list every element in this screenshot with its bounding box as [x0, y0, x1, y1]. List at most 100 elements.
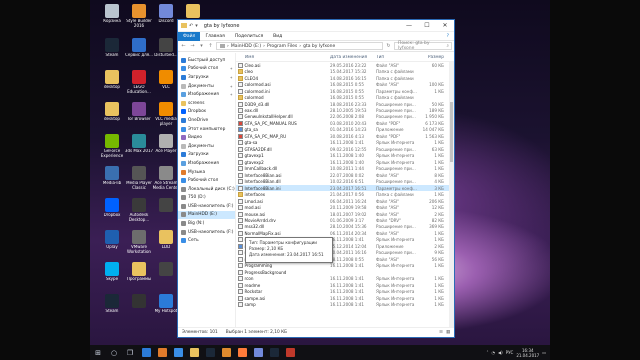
table-row[interactable]: Programming 16.11.2008 1:41 Ярлык Интернет…	[236, 263, 454, 269]
taskbar-app[interactable]	[266, 345, 282, 360]
desktop-icon[interactable]	[152, 262, 180, 292]
nav-item[interactable]: Быстрый доступ	[178, 56, 235, 65]
nav-item[interactable]: 750 (D:)	[178, 194, 235, 203]
desktop-icon[interactable]: VLC media player	[152, 102, 180, 132]
table-row[interactable]: mod.asi 20.11.2009 19:58 Файл "ASI" 12 КБ	[236, 204, 454, 211]
address-bar[interactable]: › MainHDD (E:) › Program Files › gta by …	[216, 42, 383, 50]
start-button[interactable]: ⊞	[90, 345, 106, 360]
taskbar-app[interactable]	[282, 345, 298, 360]
desktop-icon[interactable]: 3ds Max 2017	[125, 134, 153, 164]
desktop-icon[interactable]: Autodesk Desktop...	[125, 198, 153, 228]
breadcrumb-program-files[interactable]: Program Files	[267, 44, 297, 49]
desktop-icon[interactable]: Style Builder 2016	[125, 4, 153, 34]
desktop-icon[interactable]: Uplay	[98, 230, 126, 260]
desktop-icon[interactable]: Ace Stream Media Center	[152, 166, 180, 196]
taskbar-app[interactable]	[218, 345, 234, 360]
desktop-icon[interactable]: Программы	[125, 262, 153, 292]
tab-view[interactable]: Вид	[268, 32, 287, 41]
search-icon[interactable]: ○	[106, 345, 122, 360]
table-row[interactable]: Interface8Bian.ini 23.04.2017 16:51 Параме…	[236, 184, 454, 192]
desktop-icon[interactable]: Media Player Classic	[125, 166, 153, 196]
column-size[interactable]: Размер	[421, 55, 447, 60]
desktop-icon[interactable]: desktop	[98, 102, 126, 132]
vertical-scrollbar[interactable]	[449, 62, 454, 327]
table-row[interactable]: rcon 16.11.2008 1:41 Ярлык Интернета 1 КБ	[236, 275, 454, 282]
show-hidden-icons-icon[interactable]: ˄	[487, 350, 489, 355]
table-row[interactable]: mss32.dll 28.10.2004 15:36 Расширение при.…	[236, 224, 454, 230]
taskbar-app[interactable]	[154, 345, 170, 360]
tab-file[interactable]: Файл	[178, 31, 201, 41]
help-button[interactable]: ?	[442, 32, 454, 41]
table-row[interactable]: MovieArrdd.drv 01.06.2009 3:17 Файл "DRV" 8…	[236, 217, 454, 223]
desktop-icon[interactable]: LDD	[152, 230, 180, 260]
desktop-icon[interactable]: desktop	[98, 70, 126, 100]
refresh-icon[interactable]: ↻	[385, 43, 392, 49]
column-name[interactable]: Имя	[236, 55, 330, 60]
nav-item[interactable]: MainHDD (E:)	[178, 210, 235, 220]
table-row[interactable]: GTA_SA_PC_MANUAL RUS 03.08.2010 20:43 Файл…	[236, 120, 454, 126]
dropdown-icon[interactable]: ▾	[195, 23, 198, 29]
title-bar[interactable]: ↶ ▾ gta by lyfxone — ☐ ✕	[178, 20, 454, 32]
table-row[interactable]: ImmCallback.dll 10.08.2011 1:44 Расширение…	[236, 166, 454, 172]
nav-item[interactable]: Этот компьютер	[178, 125, 235, 134]
taskbar-app[interactable]	[138, 345, 154, 360]
nav-item[interactable]: Видео	[178, 133, 235, 142]
up-arrow-icon[interactable]: ↑	[207, 43, 214, 49]
desktop-icon[interactable]: VMware Workstation	[125, 230, 153, 260]
undo-icon[interactable]: ↶	[189, 23, 193, 29]
breadcrumb-current[interactable]: gta by lyfxone	[303, 44, 335, 49]
table-row[interactable]: gta_sa 01.04.2016 14:23 Приложение 14 047 К…	[236, 127, 454, 133]
table-row[interactable]: Interface8Bian.asi 22.07.2008 0:02 Файл "A…	[236, 172, 454, 178]
nav-item[interactable]: Музыка	[178, 168, 235, 177]
nav-item[interactable]: Загрузки	[178, 151, 235, 160]
table-row[interactable]: interfacex 21.04.2017 0:56 Папка с файлами…	[236, 191, 454, 198]
table-row[interactable]: D3D9_d3.dll 18.08.2016 23:33 Расширение пр…	[236, 101, 454, 107]
taskbar-app[interactable]	[234, 345, 250, 360]
table-row[interactable]: Cleo.asi 29.05.2016 23:22 Файл "ASI" 60 КБ	[236, 62, 454, 68]
scrollbar-thumb[interactable]	[450, 102, 453, 162]
notifications-icon[interactable]: ▭	[542, 350, 546, 355]
file-explorer-window[interactable]: ↶ ▾ gta by lyfxone — ☐ ✕ Файл Главная По…	[177, 19, 455, 338]
details-view-icon[interactable]: ☰	[439, 330, 443, 335]
desktop-icon[interactable]	[152, 198, 180, 228]
network-icon[interactable]: ◔	[492, 350, 496, 355]
column-type[interactable]: Тип	[376, 55, 421, 60]
search-input[interactable]: Поиск: gta by lyfxone ⌕	[394, 41, 452, 51]
desktop-icon[interactable]: Корзина	[98, 4, 126, 34]
table-row[interactable]: sampe.asi 16.11.2008 1:41 Ярлык Интернета 1…	[236, 295, 454, 301]
table-row[interactable]: Rockstar 16.11.2008 1:41 Ярлык Интернета 1 …	[236, 288, 454, 295]
desktop-icon[interactable]: Disturbed...	[152, 38, 180, 68]
clock[interactable]: 16:34 21.04.2017	[516, 348, 539, 358]
desktop-icon[interactable]: My Hotspot	[152, 294, 180, 324]
desktop-icon[interactable]: Media-lib	[98, 166, 126, 196]
language-indicator[interactable]: РУС	[506, 350, 514, 355]
nav-item[interactable]: Big (N:)	[178, 219, 235, 228]
nav-item[interactable]: USB-накопитель (F:)	[178, 228, 235, 237]
desktop-icon[interactable]: LEGO Education...	[125, 70, 153, 100]
desktop-icon[interactable]	[125, 294, 153, 324]
table-row[interactable]: colormod.asi 16.08.2015 0:55 Файл "ASI" 100…	[236, 81, 454, 88]
table-row[interactable]: mouse.asi 18.01.2007 19:02 Файл "ASI" 2 КБ	[236, 211, 454, 217]
taskbar-app[interactable]	[202, 345, 218, 360]
desktop-icon[interactable]: Сервис для...	[125, 38, 153, 68]
table-row[interactable]: colormod.ini 16.08.2015 0:55 Параметры кон…	[236, 88, 454, 94]
table-row[interactable]: gtavexp2 16.11.2008 1:40 Ярлык Интернета 1 …	[236, 159, 454, 165]
table-row[interactable]: eax.dll 28.10.2005 19:53 Расширение при...…	[236, 107, 454, 114]
close-button[interactable]: ✕	[436, 20, 454, 32]
desktop-icon[interactable]: Skype	[98, 262, 126, 292]
table-row[interactable]: GTA_SA_PC_MAP_RU 30.08.2016 4:13 Файл "PDF…	[236, 133, 454, 139]
desktop-icon[interactable]: Tor Browser	[125, 102, 153, 132]
column-date[interactable]: Дата изменения	[330, 55, 376, 60]
desktop-icon[interactable]: Dropbox	[98, 198, 126, 228]
desktop-icon[interactable]: Steam	[98, 38, 126, 68]
table-row[interactable]: GTASA2DF.dll 09.02.2016 12:55 Расширение п…	[236, 146, 454, 152]
nav-item[interactable]: Рабочий стол	[178, 176, 235, 185]
desktop-icon[interactable]: Discord	[152, 4, 180, 34]
desktop-icon[interactable]: Steam	[98, 294, 126, 324]
nav-item[interactable]: USB-накопитель (F:)	[178, 202, 235, 211]
taskbar-app[interactable]	[186, 345, 202, 360]
nav-item[interactable]: OneDrive	[178, 116, 235, 125]
table-row[interactable]: NormalMapFix.asi 06.11.2014 20:34 Файл "AS…	[236, 230, 454, 236]
back-arrow-icon[interactable]: ←	[180, 43, 187, 49]
table-row[interactable]: samp 16.11.2008 1:41 Ярлык Интернета 1 КБ	[236, 301, 454, 308]
